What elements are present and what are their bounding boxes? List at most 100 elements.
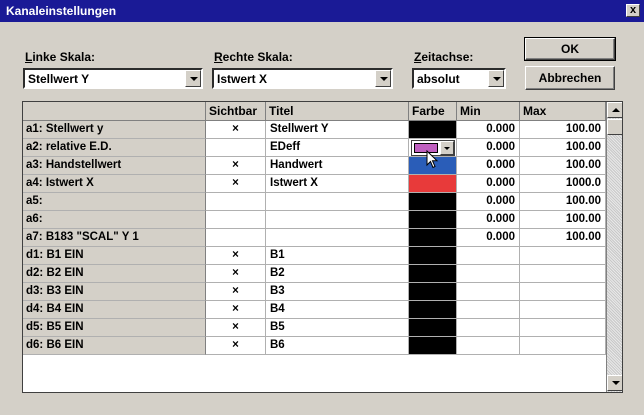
- visible-toggle[interactable]: [206, 211, 266, 229]
- color-cell[interactable]: [409, 175, 457, 193]
- channel-title-field[interactable]: Istwert X: [266, 175, 409, 193]
- min-field[interactable]: [457, 283, 520, 301]
- max-field[interactable]: [520, 337, 606, 355]
- channel-title-field[interactable]: B4: [266, 301, 409, 319]
- min-field[interactable]: 0.000: [457, 175, 520, 193]
- cancel-button[interactable]: Abbrechen: [525, 66, 615, 90]
- visible-toggle[interactable]: ×: [206, 337, 266, 355]
- min-field[interactable]: [457, 319, 520, 337]
- table-row[interactable]: a3: Handstellwert × Handwert 0.000 100.00: [23, 157, 606, 175]
- channel-title-field[interactable]: B6: [266, 337, 409, 355]
- channel-title-field[interactable]: [266, 211, 409, 229]
- max-field[interactable]: [520, 319, 606, 337]
- color-cell[interactable]: [409, 211, 457, 229]
- table-row[interactable]: a4: Istwert X × Istwert X 0.000 1000.0: [23, 175, 606, 193]
- max-field[interactable]: [520, 247, 606, 265]
- max-field[interactable]: 100.00: [520, 211, 606, 229]
- color-cell[interactable]: [409, 121, 457, 139]
- time-axis-select[interactable]: absolut: [412, 68, 506, 89]
- channel-name: d3: B3 EIN: [23, 283, 206, 301]
- title-bar[interactable]: Kanaleinstellungen x: [0, 0, 644, 22]
- max-field[interactable]: 100.00: [520, 157, 606, 175]
- table-row[interactable]: a6: 0.000 100.00: [23, 211, 606, 229]
- channel-title-field[interactable]: B5: [266, 319, 409, 337]
- visible-toggle[interactable]: ×: [206, 157, 266, 175]
- close-button[interactable]: x: [626, 4, 640, 17]
- channel-title-field[interactable]: B2: [266, 265, 409, 283]
- min-field[interactable]: 0.000: [457, 229, 520, 247]
- visible-toggle[interactable]: [206, 193, 266, 211]
- chevron-down-icon[interactable]: [185, 70, 201, 87]
- scroll-down-icon[interactable]: [607, 375, 622, 391]
- header-color[interactable]: Farbe: [409, 102, 457, 121]
- color-cell[interactable]: [409, 283, 457, 301]
- min-field[interactable]: 0.000: [457, 193, 520, 211]
- channel-name: a7: B183 "SCAL" Y 1: [23, 229, 206, 247]
- right-scale-select[interactable]: Istwert X: [212, 68, 393, 89]
- channel-title-field[interactable]: Stellwert Y: [266, 121, 409, 139]
- min-field[interactable]: 0.000: [457, 157, 520, 175]
- visible-toggle[interactable]: ×: [206, 265, 266, 283]
- channel-name: d4: B4 EIN: [23, 301, 206, 319]
- table-row[interactable]: d1: B1 EIN × B1: [23, 247, 606, 265]
- max-field[interactable]: 100.00: [520, 193, 606, 211]
- channel-title-field[interactable]: Handwert: [266, 157, 409, 175]
- chevron-down-icon[interactable]: [375, 70, 391, 87]
- channel-title-field[interactable]: B1: [266, 247, 409, 265]
- max-field[interactable]: 100.00: [520, 121, 606, 139]
- max-field[interactable]: [520, 283, 606, 301]
- header-max[interactable]: Max: [520, 102, 606, 121]
- table-row[interactable]: a2: relative E.D. EDeff 0.000 100.00: [23, 139, 606, 157]
- header-name: [23, 102, 206, 121]
- header-title[interactable]: Titel: [266, 102, 409, 121]
- visible-toggle[interactable]: ×: [206, 175, 266, 193]
- visible-toggle[interactable]: ×: [206, 121, 266, 139]
- chevron-down-icon[interactable]: [488, 70, 504, 87]
- visible-toggle[interactable]: ×: [206, 247, 266, 265]
- channel-title-field[interactable]: EDeff: [266, 139, 409, 157]
- visible-toggle[interactable]: ×: [206, 301, 266, 319]
- color-cell[interactable]: [409, 229, 457, 247]
- table-row[interactable]: a7: B183 "SCAL" Y 1 0.000 100.00: [23, 229, 606, 247]
- header-visible[interactable]: Sichtbar: [206, 102, 266, 121]
- table-row[interactable]: d3: B3 EIN × B3: [23, 283, 606, 301]
- color-cell[interactable]: [409, 337, 457, 355]
- header-min[interactable]: Min: [457, 102, 520, 121]
- visible-toggle[interactable]: ×: [206, 283, 266, 301]
- max-field[interactable]: 100.00: [520, 139, 606, 157]
- table-row[interactable]: d5: B5 EIN × B5: [23, 319, 606, 337]
- visible-toggle[interactable]: [206, 139, 266, 157]
- table-row[interactable]: d6: B6 EIN × B6: [23, 337, 606, 355]
- ok-button[interactable]: OK: [524, 37, 616, 61]
- max-field[interactable]: 100.00: [520, 229, 606, 247]
- channel-title-field[interactable]: [266, 229, 409, 247]
- min-field[interactable]: [457, 337, 520, 355]
- table-row[interactable]: a1: Stellwert y × Stellwert Y 0.000 100.00: [23, 121, 606, 139]
- max-field[interactable]: [520, 301, 606, 319]
- chevron-down-icon[interactable]: [440, 141, 454, 155]
- min-field[interactable]: 0.000: [457, 139, 520, 157]
- min-field[interactable]: 0.000: [457, 121, 520, 139]
- min-field[interactable]: [457, 265, 520, 283]
- color-cell[interactable]: [409, 247, 457, 265]
- channel-title-field[interactable]: B3: [266, 283, 409, 301]
- table-row[interactable]: d4: B4 EIN × B4: [23, 301, 606, 319]
- min-field[interactable]: [457, 301, 520, 319]
- table-row[interactable]: d2: B2 EIN × B2: [23, 265, 606, 283]
- max-field[interactable]: 1000.0: [520, 175, 606, 193]
- visible-toggle[interactable]: ×: [206, 319, 266, 337]
- channel-title-field[interactable]: [266, 193, 409, 211]
- vertical-scrollbar[interactable]: [606, 102, 622, 392]
- scroll-thumb[interactable]: [607, 119, 622, 135]
- visible-toggle[interactable]: [206, 229, 266, 247]
- color-cell[interactable]: [409, 265, 457, 283]
- color-cell[interactable]: [409, 301, 457, 319]
- max-field[interactable]: [520, 265, 606, 283]
- min-field[interactable]: 0.000: [457, 211, 520, 229]
- color-cell[interactable]: [409, 193, 457, 211]
- table-row[interactable]: a5: 0.000 100.00: [23, 193, 606, 211]
- scroll-up-icon[interactable]: [607, 102, 622, 118]
- min-field[interactable]: [457, 247, 520, 265]
- left-scale-select[interactable]: Stellwert Y: [23, 68, 203, 89]
- color-cell[interactable]: [409, 319, 457, 337]
